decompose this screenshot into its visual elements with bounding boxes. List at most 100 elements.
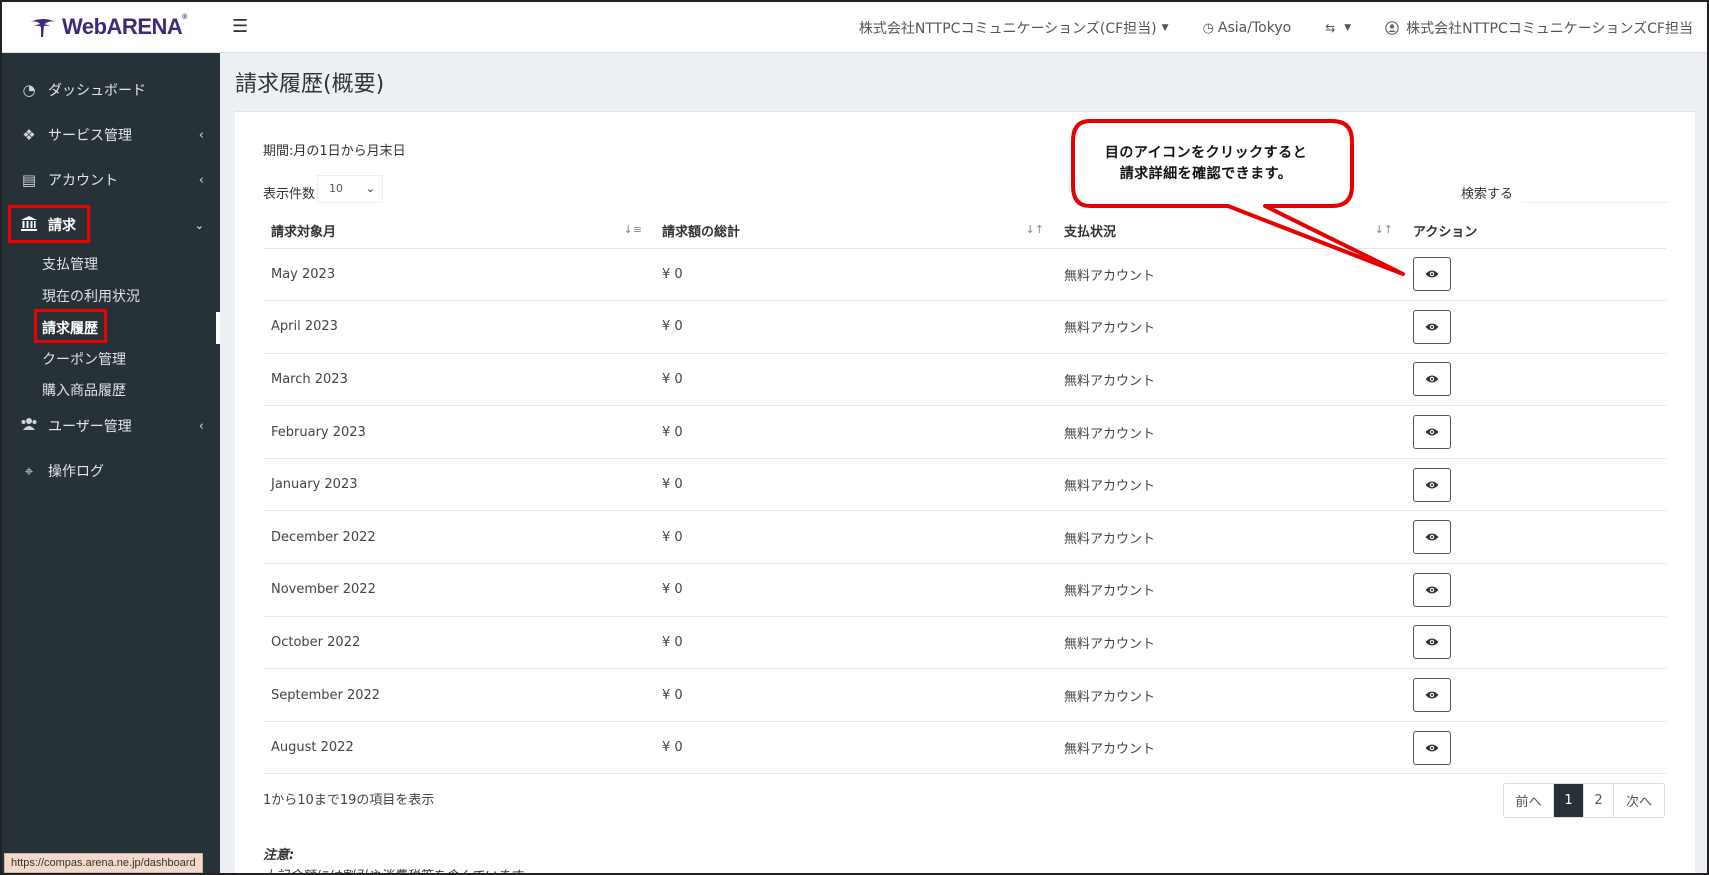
cell-month: September 2022 — [263, 668, 654, 722]
user-name: 株式会社NTTPCコミュニケーションズCF担当 — [1406, 21, 1693, 37]
view-details-button[interactable] — [1413, 309, 1451, 344]
cell-month: August 2022 — [263, 721, 654, 775]
chevron-down-icon: ⌄ — [194, 218, 204, 232]
sidebar-item-service[interactable]: ❖ サービス管理 ‹ — [2, 113, 220, 157]
view-details-button[interactable] — [1413, 362, 1451, 397]
view-details-button[interactable] — [1413, 625, 1451, 660]
cell-amount: ¥ 0 — [654, 458, 1056, 512]
cell-action — [1405, 405, 1666, 459]
user-circle-icon — [1385, 21, 1399, 35]
eye-icon — [1425, 638, 1439, 646]
callout-text: 目のアイコンをクリックすると 請求詳細を確認できます。 — [1084, 143, 1328, 185]
length-label: 表示件数 — [263, 187, 316, 202]
pagination-page-1[interactable]: 1 — [1554, 784, 1584, 817]
cell-month: May 2023 — [263, 248, 654, 302]
cell-status: 無料アカウント — [1056, 721, 1405, 775]
submenu-usage[interactable]: 現在の利用状況 — [42, 286, 140, 306]
logo[interactable]: WebARENA ® — [28, 14, 187, 40]
cell-action — [1405, 668, 1666, 722]
view-details-button[interactable] — [1413, 257, 1451, 292]
cell-amount: ¥ 0 — [654, 405, 1056, 459]
tachometer-icon: ◔ — [22, 81, 36, 99]
cell-month: October 2022 — [263, 616, 654, 670]
cell-month: March 2023 — [263, 353, 654, 407]
chevron-down-icon: ⌄ — [365, 182, 375, 195]
menu-toggle-icon[interactable]: ☰ — [232, 16, 248, 37]
cell-action — [1405, 510, 1666, 565]
timezone-indicator[interactable]: ◷ Asia/Tokyo — [1203, 20, 1292, 36]
cell-amount: ¥ 0 — [654, 721, 1056, 775]
cell-month: April 2023 — [263, 300, 654, 354]
chevron-left-icon: ‹ — [198, 418, 204, 434]
table-row: February 2023 ¥ 0 無料アカウント — [263, 405, 1666, 459]
active-indicator — [216, 312, 220, 344]
length-value: 10 — [329, 182, 343, 195]
company-dropdown[interactable]: 株式会社NTTPCコミュニケーションズ(CF担当) ▼ — [859, 18, 1169, 38]
note-text: 上記金額には割引や消費税等を含んでいます。 — [263, 865, 534, 873]
sidebar-item-logs[interactable]: ⌖ 操作ログ — [2, 449, 220, 493]
eye-icon — [1425, 270, 1439, 278]
submenu-payment[interactable]: 支払管理 — [42, 254, 98, 274]
cell-action — [1405, 721, 1666, 775]
content-box: 期間:月の1日から月末日 表示件数 10 ⌄ 検索する 請求対象月 ↓≡ 請求額の… — [235, 111, 1695, 873]
sort-icon: ↓↑ — [1025, 223, 1044, 236]
cell-status: 無料アカウント — [1056, 510, 1405, 565]
cell-month: January 2023 — [263, 458, 654, 512]
period-text: 期間:月の1日から月末日 — [263, 144, 406, 159]
view-details-button[interactable] — [1413, 572, 1451, 607]
cell-action — [1405, 300, 1666, 354]
table-info: 1から10まで19の項目を表示 — [263, 793, 435, 808]
table-header-row: 請求対象月 ↓≡ 請求額の総計 ↓↑ 支払状況 ↓↑ アクション — [263, 213, 1666, 249]
pagination: 前へ 1 2 次へ — [1503, 783, 1665, 818]
pagination-page-2[interactable]: 2 — [1584, 784, 1614, 817]
callout-line-2: 請求詳細を確認できます。 — [1119, 166, 1293, 182]
eye-icon — [1425, 323, 1439, 331]
column-header-month[interactable]: 請求対象月 ↓≡ — [263, 213, 654, 249]
cell-action — [1405, 248, 1666, 302]
column-header-amount[interactable]: 請求額の総計 ↓↑ — [654, 213, 1056, 249]
column-header-action: アクション — [1405, 213, 1666, 249]
cell-action — [1405, 616, 1666, 670]
sidebar-item-label: アカウント — [48, 173, 118, 189]
status-bar-url: https://compas.arena.ne.jp/dashboard — [4, 853, 203, 873]
sidebar-item-account[interactable]: ▤ アカウント ‹ — [2, 158, 220, 202]
language-dropdown[interactable]: ⇆ ▼ — [1325, 21, 1351, 35]
table-row: April 2023 ¥ 0 無料アカウント — [263, 300, 1666, 354]
view-details-button[interactable] — [1413, 467, 1451, 502]
submenu-purchase-history[interactable]: 購入商品履歴 — [42, 380, 126, 400]
table-row: October 2022 ¥ 0 無料アカウント — [263, 616, 1666, 670]
submenu-coupon[interactable]: クーポン管理 — [42, 349, 126, 369]
table-row: December 2022 ¥ 0 無料アカウント — [263, 510, 1666, 565]
search-input[interactable] — [1521, 175, 1669, 203]
pagination-prev[interactable]: 前へ — [1504, 784, 1554, 817]
view-details-button[interactable] — [1413, 678, 1451, 713]
company-name: 株式会社NTTPCコミュニケーションズ(CF担当) — [858, 21, 1157, 37]
cell-action — [1405, 563, 1666, 617]
billing-table: 請求対象月 ↓≡ 請求額の総計 ↓↑ 支払状況 ↓↑ アクション May 2023 ¥ … — [263, 213, 1666, 775]
view-details-button[interactable] — [1413, 520, 1451, 555]
cell-amount: ¥ 0 — [654, 668, 1056, 722]
highlight-box-billing-history — [34, 309, 107, 343]
table-row: November 2022 ¥ 0 無料アカウント — [263, 563, 1666, 617]
eye-icon — [1425, 428, 1439, 436]
length-select[interactable]: 10 ⌄ — [317, 175, 383, 203]
callout-bubble — [1071, 119, 1405, 276]
top-navbar: WebARENA ® ☰ 株式会社NTTPCコミュニケーションズ(CF担当) ▼ … — [2, 2, 1707, 53]
view-details-button[interactable] — [1413, 415, 1451, 450]
cell-month: February 2023 — [263, 405, 654, 459]
cell-action — [1405, 353, 1666, 407]
sidebar-item-users[interactable]: ユーザー管理 ‹ — [2, 404, 220, 448]
cell-month: November 2022 — [263, 563, 654, 617]
caret-down-icon: ▼ — [1161, 23, 1169, 33]
sidebar: ◔ ダッシュボード ❖ サービス管理 ‹ ▤ アカウント ‹ 請求 ⌄ 支払管理… — [2, 53, 220, 873]
cell-amount: ¥ 0 — [654, 353, 1056, 407]
cell-amount: ¥ 0 — [654, 248, 1056, 302]
view-details-button[interactable] — [1413, 730, 1451, 765]
chevron-left-icon: ‹ — [198, 172, 204, 188]
cell-status: 無料アカウント — [1056, 616, 1405, 670]
note-title: 注意: — [263, 848, 295, 863]
pagination-next[interactable]: 次へ — [1614, 784, 1664, 817]
callout-line-1: 目のアイコンをクリックすると — [1104, 145, 1308, 161]
user-menu[interactable]: 株式会社NTTPCコミュニケーションズCF担当 — [1385, 18, 1693, 38]
sidebar-item-dashboard[interactable]: ◔ ダッシュボード — [2, 68, 220, 112]
